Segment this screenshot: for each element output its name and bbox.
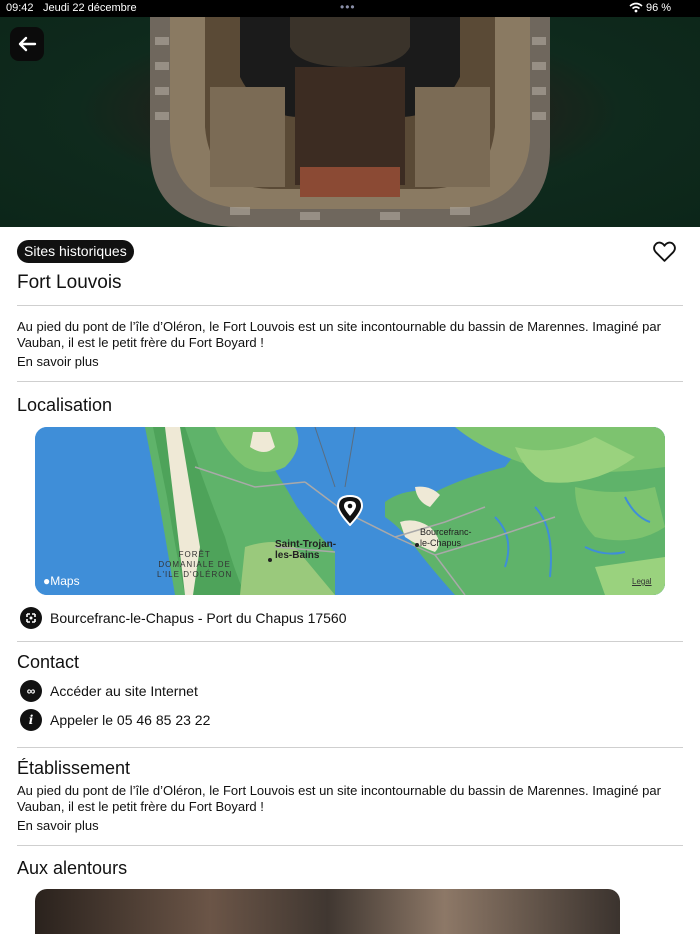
divider	[17, 641, 683, 642]
map-label-bourcefranc: Bourcefranc- le-Chapus	[420, 527, 472, 548]
phone-label: Appeler le 05 46 85 23 22	[50, 712, 211, 728]
divider	[17, 381, 683, 382]
map-pin-icon[interactable]	[336, 494, 364, 526]
place-description: Au pied du pont de l’île d’Oléron, le Fo…	[17, 319, 661, 350]
page-title: Fort Louvois	[17, 272, 122, 293]
read-more-link[interactable]: En savoir plus	[17, 354, 99, 369]
category-badge: Sites historiques	[17, 240, 134, 263]
multitasking-dots-icon[interactable]: •••	[340, 0, 356, 14]
map-view[interactable]: Saint-Trojan- les-Bains Bourcefranc- le-…	[35, 427, 665, 595]
address-text: Bourcefranc-le-Chapus - Port du Chapus 1…	[50, 610, 347, 626]
contact-heading: Contact	[17, 652, 80, 672]
status-bar: 09:42 Jeudi 22 décembre ••• 96 %	[0, 0, 700, 17]
divider	[17, 845, 683, 846]
map-label-foret: FORÊT DOMANIALE DE L'ILE D'OLÉRON	[157, 550, 233, 579]
website-label: Accéder au site Internet	[50, 683, 198, 699]
map-legal-link[interactable]: Legal	[632, 577, 652, 586]
nearby-heading: Aux alentours	[17, 858, 128, 878]
address-row[interactable]: Bourcefranc-le-Chapus - Port du Chapus 1…	[20, 607, 347, 629]
battery-level: 96 %	[646, 2, 672, 14]
read-more-link[interactable]: En savoir plus	[17, 818, 99, 833]
wifi-icon	[629, 2, 643, 13]
arrow-left-icon	[18, 36, 37, 52]
hero-image	[0, 17, 700, 227]
establishment-description: Au pied du pont de l’île d’Oléron, le Fo…	[17, 783, 661, 814]
back-button[interactable]	[10, 27, 44, 61]
divider	[17, 747, 683, 748]
phone-link[interactable]: i Appeler le 05 46 85 23 22	[20, 709, 210, 731]
website-link[interactable]: ∞ Accéder au site Internet	[20, 680, 198, 702]
status-date: Jeudi 22 décembre	[43, 2, 137, 14]
status-time: 09:42	[6, 2, 34, 14]
heart-icon[interactable]	[652, 239, 677, 264]
apple-maps-logo: ●Maps	[43, 574, 80, 588]
map-label-saint-trojan: Saint-Trojan- les-Bains	[275, 539, 337, 561]
location-heading: Localisation	[17, 395, 113, 415]
info-icon: i	[20, 709, 42, 731]
location-arrows-icon	[20, 607, 42, 629]
establishment-heading: Établissement	[17, 758, 131, 778]
nearby-card-image[interactable]	[35, 889, 620, 934]
divider	[17, 305, 683, 306]
infinity-link-icon: ∞	[20, 680, 42, 702]
